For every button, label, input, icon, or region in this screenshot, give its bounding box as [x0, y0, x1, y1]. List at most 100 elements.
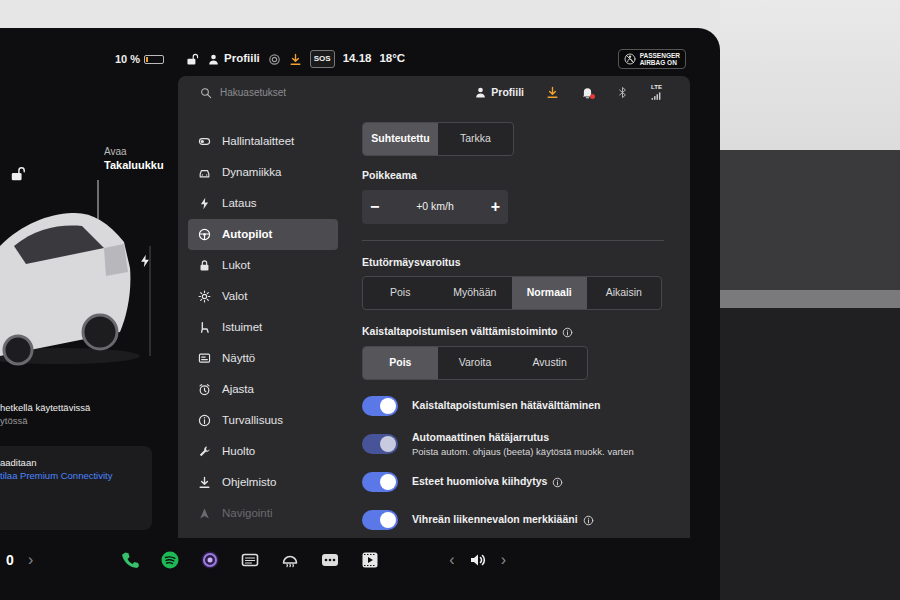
tire-icon[interactable] — [268, 53, 281, 66]
toggle-switch[interactable] — [362, 472, 398, 492]
profile-name: Profiili — [491, 85, 524, 101]
lock-icon[interactable] — [186, 53, 199, 66]
more-icon[interactable] — [321, 551, 339, 569]
toggle-row: Vihreän liikennevalon merkkiääni — [362, 502, 664, 538]
network-type: LTE — [651, 84, 662, 90]
info-icon[interactable] — [552, 477, 563, 488]
menu-item[interactable]: Ohjelmisto — [188, 467, 338, 498]
trunk-action: Avaa — [104, 146, 164, 159]
info-icon[interactable] — [583, 515, 594, 526]
person-icon — [474, 86, 487, 99]
autopilot-settings: SuhteutettuTarkkaPoikkeama−+0 km/h+Etutö… — [358, 110, 690, 538]
battery-status: 10 % — [0, 42, 178, 76]
segment-option[interactable]: Myöhään — [438, 277, 513, 309]
toggle-row: Kaistaltapoistumisen hätävälttäminen — [362, 388, 664, 424]
trunk-name: Takaluukku — [104, 159, 164, 173]
menu-item[interactable]: Turvallisuus — [188, 405, 338, 436]
menu-item[interactable]: Navigointi — [188, 498, 338, 529]
menu-item[interactable]: Lukot — [188, 250, 338, 281]
media-icon[interactable] — [241, 551, 259, 569]
passenger-airbag-status: PASSENGERAIRBAG ON — [618, 49, 686, 70]
toggle-switch[interactable] — [362, 510, 398, 530]
segment-option[interactable]: Suhteutettu — [363, 123, 438, 155]
lane-departure-title: Kaistaltapoistumisen välttämistoiminto — [362, 324, 557, 340]
car-image — [0, 76, 178, 366]
profile-button[interactable]: Profiili — [474, 85, 524, 101]
settings-menu: Hallintalaitteet Dynamiikka Lataus Autopilo… — [178, 110, 358, 538]
cellular-status: LTE — [651, 84, 662, 101]
toggle-label-line: Esteet huomioiva kiihdytys — [412, 474, 563, 490]
menu-item[interactable]: Valot — [188, 281, 338, 312]
menu-item[interactable]: Hallintalaitteet — [188, 126, 338, 157]
search-field[interactable]: Hakuasetukset — [200, 85, 474, 100]
defrost-icon[interactable] — [281, 551, 299, 569]
navigation-arrow-icon — [198, 507, 211, 520]
main-area: 10 % AvaaTakaluukku hetkellä käytettävissä… — [0, 42, 720, 538]
availability-text: hetkellä käytettävissä — [0, 402, 178, 415]
battery-percent: 10 % — [115, 51, 140, 68]
video-icon[interactable] — [361, 551, 379, 569]
segment-option[interactable]: Aikaisin — [587, 277, 662, 309]
settings-panel: Hakuasetukset Profiili LTE Hallintalaitteet… — [178, 76, 690, 538]
profile-name: Profiili — [224, 50, 260, 67]
sos-button[interactable]: SOS — [310, 50, 335, 68]
toggle-label: Esteet huomioiva kiihdytys — [412, 474, 547, 490]
toggle-switch[interactable] — [362, 396, 398, 416]
dashboard-lower — [720, 308, 900, 600]
menu-item[interactable]: Autopilot — [188, 219, 338, 250]
signal-icon — [651, 90, 662, 101]
screen-column: 10 % AvaaTakaluukku hetkellä käytettävissä… — [0, 0, 720, 600]
dock-left: 0› — [6, 548, 33, 572]
menu-label: Autopilot — [222, 226, 272, 243]
download-icon[interactable] — [546, 86, 559, 99]
menu-item[interactable]: Huolto — [188, 436, 338, 467]
menu-item[interactable]: Dynamiikka — [188, 157, 338, 188]
toggle-text: Kaistaltapoistumisen hätävälttäminen — [412, 398, 600, 414]
profile-button[interactable]: Profiili — [207, 50, 260, 67]
menu-item[interactable]: Istuimet — [188, 312, 338, 343]
toggle-knob — [380, 398, 396, 414]
car-icon — [198, 166, 211, 179]
alarm-clock-icon — [198, 383, 211, 396]
volume-up-button[interactable]: › — [501, 548, 506, 572]
lock-icon — [198, 259, 211, 272]
camera-icon[interactable] — [201, 551, 219, 569]
speed-reading: 0 — [6, 550, 20, 571]
car-panel: 10 % AvaaTakaluukku hetkellä käytettävissä… — [0, 42, 178, 538]
info-icon[interactable] — [562, 327, 573, 338]
segment-option[interactable]: Tarkka — [438, 123, 513, 155]
menu-label: Dynamiikka — [222, 164, 281, 181]
status-bar: ProfiiliSOS14.1818°CPASSENGERAIRBAG ON — [178, 42, 690, 76]
toggle-list: Kaistaltapoistumisen hätävälttäminenAuto… — [362, 388, 664, 538]
toggle-knob — [380, 474, 396, 490]
spotify-icon[interactable] — [161, 551, 179, 569]
menu-item[interactable]: Ajasta — [188, 374, 338, 405]
toggle-label-line: Vihreän liikennevalon merkkiääni — [412, 512, 594, 528]
notifications-button[interactable] — [581, 86, 594, 99]
volume-down-button[interactable]: ‹ — [449, 548, 454, 572]
speaker-icon[interactable] — [469, 551, 487, 569]
segment-option[interactable]: Pois — [363, 347, 438, 379]
bluetooth-icon[interactable] — [616, 86, 629, 99]
premium-connectivity-link[interactable]: tilaa Premium Connectivity — [0, 469, 146, 482]
increase-button[interactable]: + — [491, 199, 500, 215]
interior-wall — [720, 0, 900, 150]
open-trunk-button[interactable]: AvaaTakaluukku — [104, 146, 164, 172]
menu-item[interactable]: Lataus — [188, 188, 338, 219]
segment-option[interactable]: Varoita — [438, 347, 513, 379]
charge-port-icon[interactable] — [138, 254, 152, 268]
menu-item[interactable]: Näyttö — [188, 343, 338, 374]
phone-icon[interactable] — [121, 551, 139, 569]
menu-label: Ajasta — [222, 381, 254, 398]
menu-label: Lataus — [222, 195, 257, 212]
unlocked-lock-icon[interactable] — [10, 166, 26, 182]
decrease-button[interactable]: − — [370, 199, 379, 215]
segment-option[interactable]: Normaali — [512, 277, 587, 309]
offset-value: +0 km/h — [416, 199, 454, 215]
segment-option[interactable]: Pois — [363, 277, 438, 309]
next-button[interactable]: › — [28, 548, 33, 572]
menu-label: Istuimet — [222, 319, 262, 336]
segment-option[interactable]: Avustin — [512, 347, 587, 379]
download-icon[interactable] — [289, 53, 302, 66]
touchscreen: 10 % AvaaTakaluukku hetkellä käytettävissä… — [0, 28, 720, 600]
